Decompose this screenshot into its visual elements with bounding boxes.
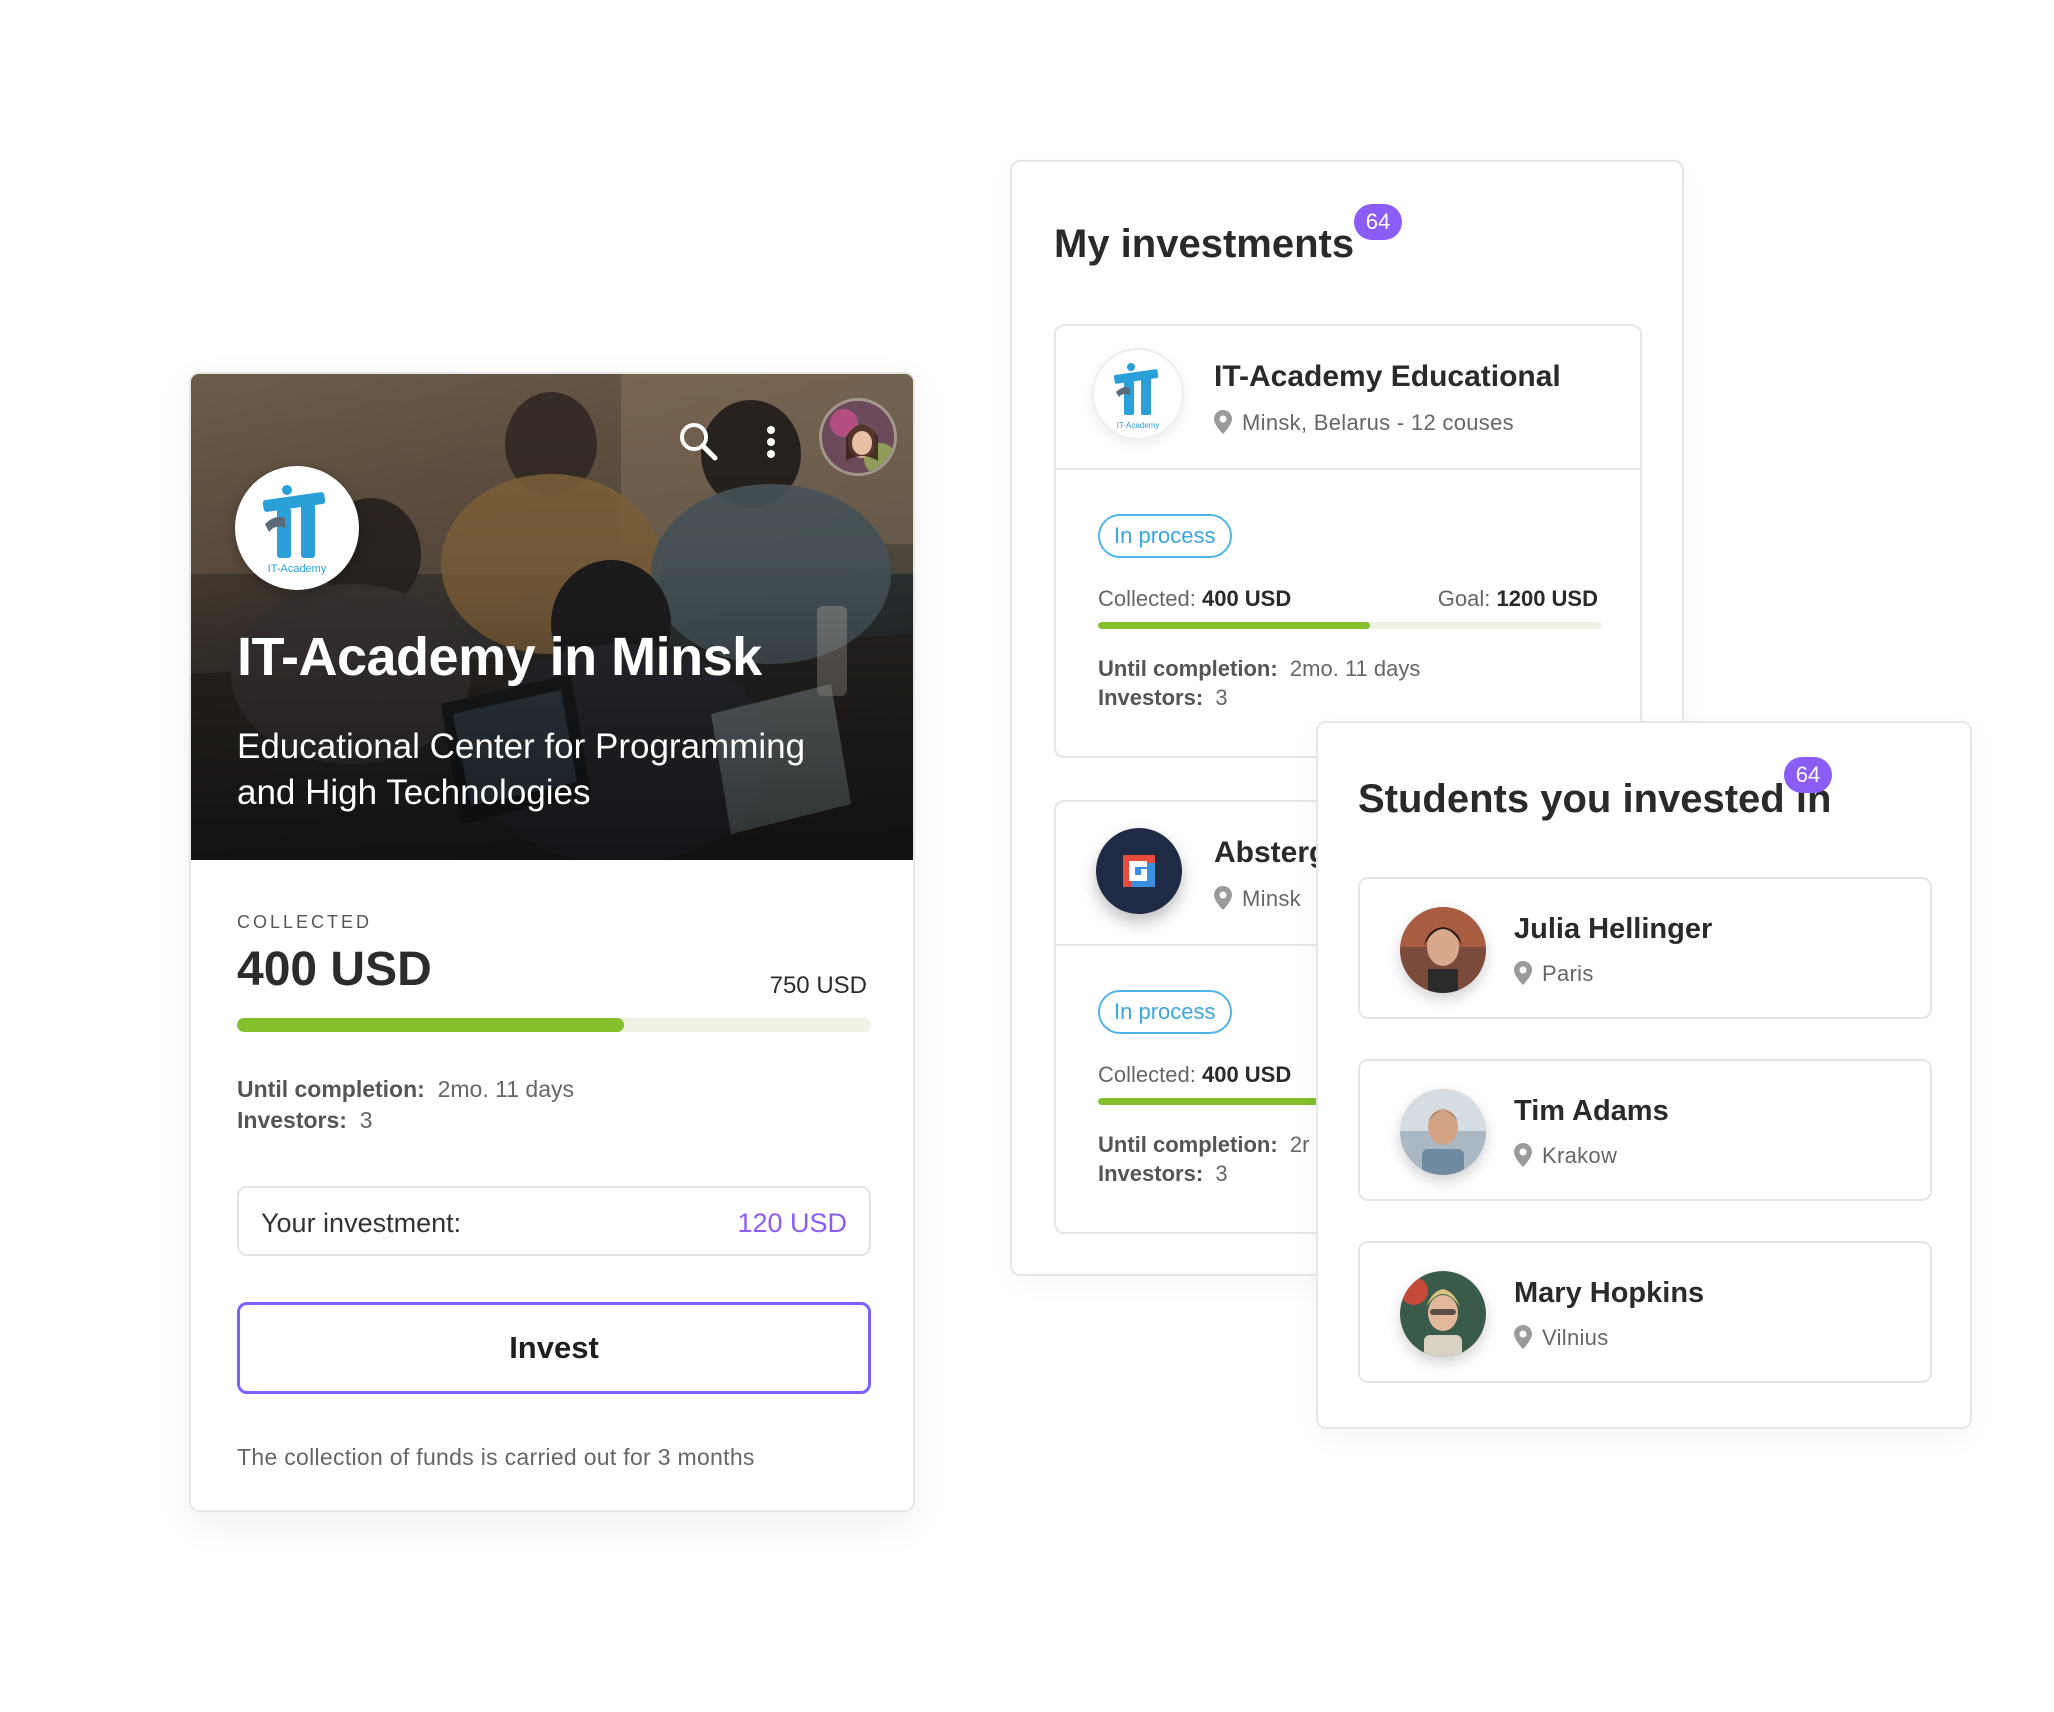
collected-row: Collected: 400 USD [1098,1062,1291,1088]
funding-progress-fill [237,1018,624,1032]
your-investment-field[interactable]: Your investment: 120 USD [237,1186,871,1256]
collected-value: 400 USD [1201,1062,1292,1087]
student-location: Krakow [1514,1143,1617,1169]
students-panel: Students you invested in 64 Julia Hellin… [1316,721,1972,1429]
student-city-text: Vilnius [1542,1325,1609,1350]
status-badge: In process [1098,514,1232,558]
location-pin-icon [1514,1325,1532,1349]
investment-logo-text: IT-Academy [1117,421,1160,430]
location-pin-icon [1514,961,1532,985]
investment-name: IT-Academy Educational [1214,360,1561,393]
goal-row: Goal: 1200 USD [1438,586,1598,612]
investment-logo: IT-Academy [1092,348,1184,440]
course-logo: IT-Academy [235,466,359,590]
investment-location-text: Minsk [1242,886,1301,911]
course-logo-text: IT-Academy [268,563,327,575]
investments-count-badge: 64 [1354,204,1402,240]
investment-location: Minsk [1214,886,1301,912]
funding-period-note: The collection of funds is carried out f… [237,1444,755,1470]
status-badge: In process [1098,990,1232,1034]
investment-meta: Until completion: 2mo. 11 days Investors… [1098,654,1420,712]
investment-card[interactable]: IT-Academy IT-Academy Educational Minsk,… [1054,324,1642,758]
investment-card-header: IT-Academy IT-Academy Educational Minsk,… [1056,326,1640,470]
collected-caption: COLLECTED [237,912,373,932]
course-subtitle: Educational Center for Programming and H… [237,727,806,812]
investors-label: Investors: [1098,1161,1204,1186]
your-investment-value: 120 USD [737,1208,847,1238]
course-title: IT-Academy in Minsk [237,627,762,687]
student-city-text: Paris [1542,961,1594,986]
collected-amount: 400 USD [237,943,432,996]
location-pin-icon [1214,410,1232,434]
until-completion-row: Until completion: 2mo. 11 days [237,1074,574,1105]
student-location: Vilnius [1514,1325,1609,1351]
student-avatar [1400,907,1486,993]
your-investment-label: Your investment: [261,1208,462,1238]
more-vertical-icon[interactable] [753,414,789,470]
until-completion-value: 2r [1289,1132,1310,1157]
goal-value: 1200 USD [1496,586,1598,611]
student-name: Julia Hellinger [1514,913,1713,945]
collected-row: Collected: 400 USD [1098,586,1291,612]
investors-value: 3 [359,1107,373,1133]
course-hero-image: IT-Academy IT-Academy in Minsk Education… [191,374,913,860]
search-icon[interactable] [671,414,727,470]
investors-value: 3 [1215,1161,1228,1186]
course-card: IT-Academy IT-Academy in Minsk Education… [189,372,915,1512]
students-title: Students you invested in [1358,777,1832,821]
investment-location-text: Minsk, Belarus - 12 couses [1242,410,1514,435]
student-card[interactable]: Julia Hellinger Paris [1358,877,1932,1019]
location-pin-icon [1514,1143,1532,1167]
investment-logo [1096,828,1182,914]
invest-button[interactable]: Invest [237,1302,871,1394]
goal-amount: 750 USD [769,972,867,999]
student-avatar [1400,1271,1486,1357]
investors-label: Investors: [237,1107,347,1133]
investment-progress-fill [1098,622,1371,629]
student-name: Tim Adams [1514,1095,1669,1127]
investors-value: 3 [1215,685,1228,710]
student-name: Mary Hopkins [1514,1277,1705,1309]
collected-label: Collected: [1098,1062,1196,1087]
until-completion-value: 2mo. 11 days [1289,656,1421,681]
collected-value: 400 USD [1201,586,1292,611]
collected-label: Collected: [1098,586,1196,611]
student-card[interactable]: Tim Adams Krakow [1358,1059,1932,1201]
until-completion-value: 2mo. 11 days [437,1076,574,1102]
investors-row: Investors: 3 [237,1105,574,1136]
student-avatar [1400,1089,1486,1175]
until-completion-label: Until completion: [237,1076,425,1102]
student-city-text: Krakow [1542,1143,1618,1168]
investors-label: Investors: [1098,685,1204,710]
investment-name: Absterg [1214,836,1328,869]
student-card[interactable]: Mary Hopkins Vilnius [1358,1241,1932,1383]
investment-location: Minsk, Belarus - 12 couses [1214,410,1514,436]
course-meta: Until completion: 2mo. 11 days Investors… [237,1074,574,1136]
investment-progress-bar [1098,622,1602,629]
user-avatar[interactable] [819,398,897,476]
goal-label: Goal: [1437,586,1491,611]
location-pin-icon [1214,886,1232,910]
my-investments-title: My investments [1054,222,1355,266]
until-completion-label: Until completion: [1098,656,1278,681]
students-count-badge: 64 [1784,757,1832,793]
student-location: Paris [1514,961,1594,987]
funding-progress-bar [237,1018,871,1032]
until-completion-label: Until completion: [1098,1132,1278,1157]
investment-meta: Until completion: 2r Investors: 3 [1098,1130,1309,1188]
